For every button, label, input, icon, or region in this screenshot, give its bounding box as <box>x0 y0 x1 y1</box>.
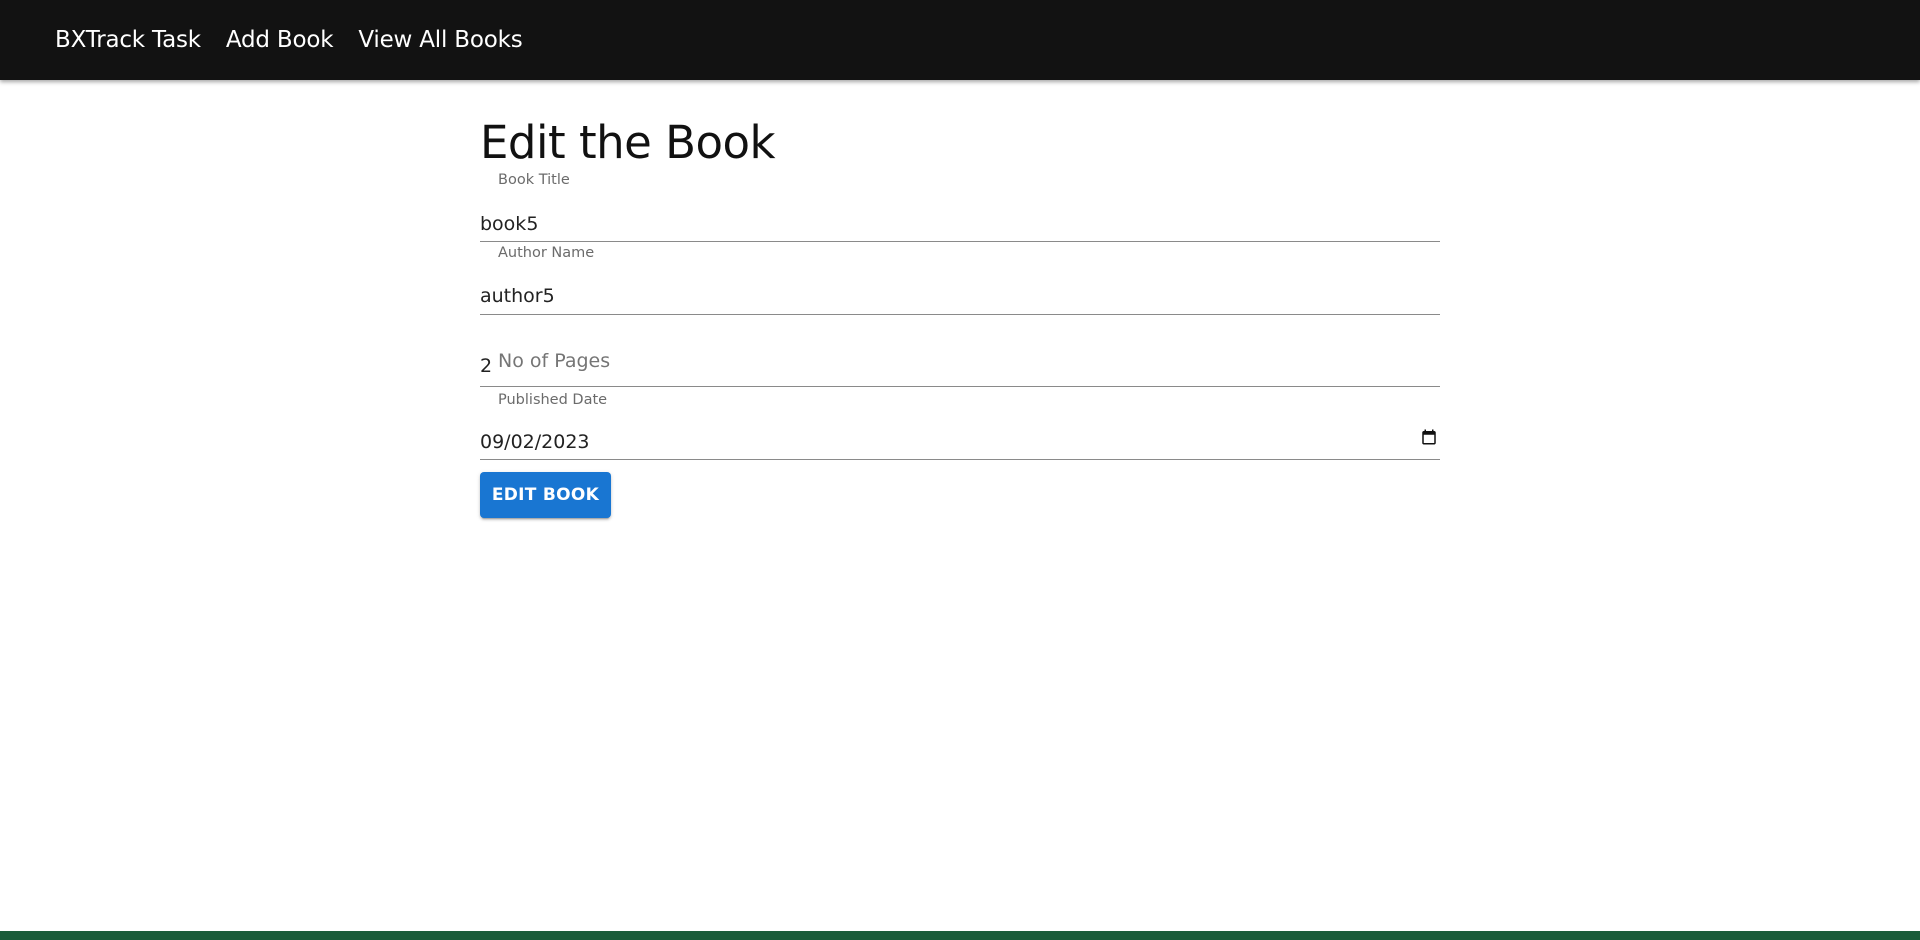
pages-value: 2 <box>480 355 493 377</box>
calendar-icon[interactable] <box>1420 428 1438 446</box>
nav-add-book-link[interactable]: Add Book <box>226 27 334 53</box>
author-name-label: Author Name <box>498 245 595 261</box>
bottom-taskbar-strip <box>0 931 1920 940</box>
pages-field[interactable]: 2 No of Pages <box>480 340 1440 388</box>
published-date-label: Published Date <box>498 392 608 408</box>
published-date-input[interactable] <box>480 428 1440 456</box>
pages-underline <box>480 386 1440 387</box>
book-title-field: Book Title <box>480 172 1440 242</box>
author-name-field: Author Name <box>480 245 1440 315</box>
top-navbar: BXTrack Task Add Book View All Books <box>0 0 1920 80</box>
book-title-underline <box>480 241 1440 242</box>
book-title-input[interactable] <box>480 210 1440 238</box>
book-title-label: Book Title <box>498 172 570 188</box>
author-name-underline <box>480 314 1440 315</box>
pages-placeholder: No of Pages <box>498 350 611 372</box>
nav-brand-link[interactable]: BXTrack Task <box>55 27 201 53</box>
nav-view-all-books-link[interactable]: View All Books <box>358 27 522 53</box>
published-date-underline <box>480 459 1440 460</box>
published-date-field: Published Date <box>480 390 1440 460</box>
author-name-input[interactable] <box>480 282 1440 310</box>
edit-book-button[interactable]: EDIT BOOK <box>480 472 611 518</box>
page-title: Edit the Book <box>480 116 776 169</box>
